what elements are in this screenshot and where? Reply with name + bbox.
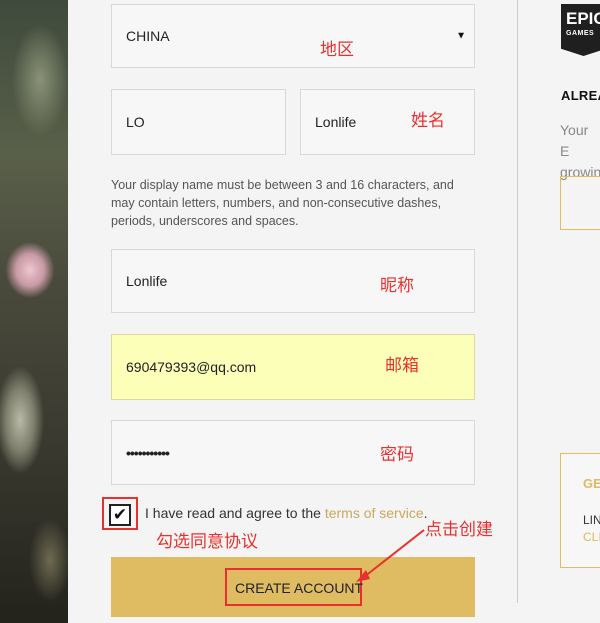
right-panel-card: GE LIN CLI — [560, 453, 600, 568]
create-account-label[interactable]: CREATE ACCOUNT — [235, 580, 363, 596]
card-link[interactable]: CLI — [583, 530, 600, 544]
annotation-region: 地区 — [320, 40, 354, 60]
annotation-password: 密码 — [380, 445, 414, 465]
annotation-nickname: 昵称 — [380, 276, 414, 296]
right-panel-text: Your E growin — [560, 120, 600, 183]
annotation-create: 点击创建 — [425, 520, 493, 540]
last-name-field[interactable]: Lonlife — [300, 89, 475, 155]
logo-text-games: GAMES — [566, 30, 595, 37]
agree-text: I have read and agree to the terms of se… — [145, 505, 428, 521]
email-value: 690479393@qq.com — [126, 359, 257, 375]
country-select-value: CHINA — [126, 28, 170, 44]
display-name-hint: Your display name must be between 3 and … — [111, 178, 454, 228]
agree-checkbox[interactable]: ✔ — [109, 504, 131, 526]
annotation-email: 邮箱 — [385, 356, 419, 376]
country-select[interactable]: CHINA ▼ — [111, 4, 475, 68]
agree-label: I have read and agree to the — [145, 505, 325, 521]
email-field[interactable]: 690479393@qq.com — [111, 334, 475, 400]
annotation-name: 姓名 — [411, 111, 445, 131]
right-panel-title: ALREA — [561, 88, 600, 103]
password-field[interactable]: ••••••••••• — [111, 420, 475, 485]
right-panel-button[interactable] — [560, 176, 600, 230]
background-artwork — [0, 0, 68, 623]
logo-text-epic: EPIC — [566, 9, 600, 28]
epic-games-logo[interactable]: EPIC GAMES — [561, 4, 600, 56]
display-name-value: Lonlife — [126, 273, 168, 289]
password-value: ••••••••••• — [126, 444, 170, 461]
right-panel-text-line1: Your E — [560, 122, 589, 159]
annotation-agree: 勾选同意协议 — [156, 532, 258, 552]
panel-divider — [517, 0, 518, 603]
first-name-value: LO — [126, 114, 145, 130]
chevron-down-icon[interactable]: ▼ — [456, 31, 466, 42]
card-line1: LIN — [583, 513, 600, 527]
check-icon: ✔ — [112, 505, 128, 524]
terms-link[interactable]: terms of service — [325, 505, 424, 521]
last-name-value: Lonlife — [315, 114, 357, 130]
display-name-field[interactable]: Lonlife — [111, 249, 475, 313]
first-name-field[interactable]: LO — [111, 89, 286, 155]
card-heading: GE — [583, 476, 600, 491]
